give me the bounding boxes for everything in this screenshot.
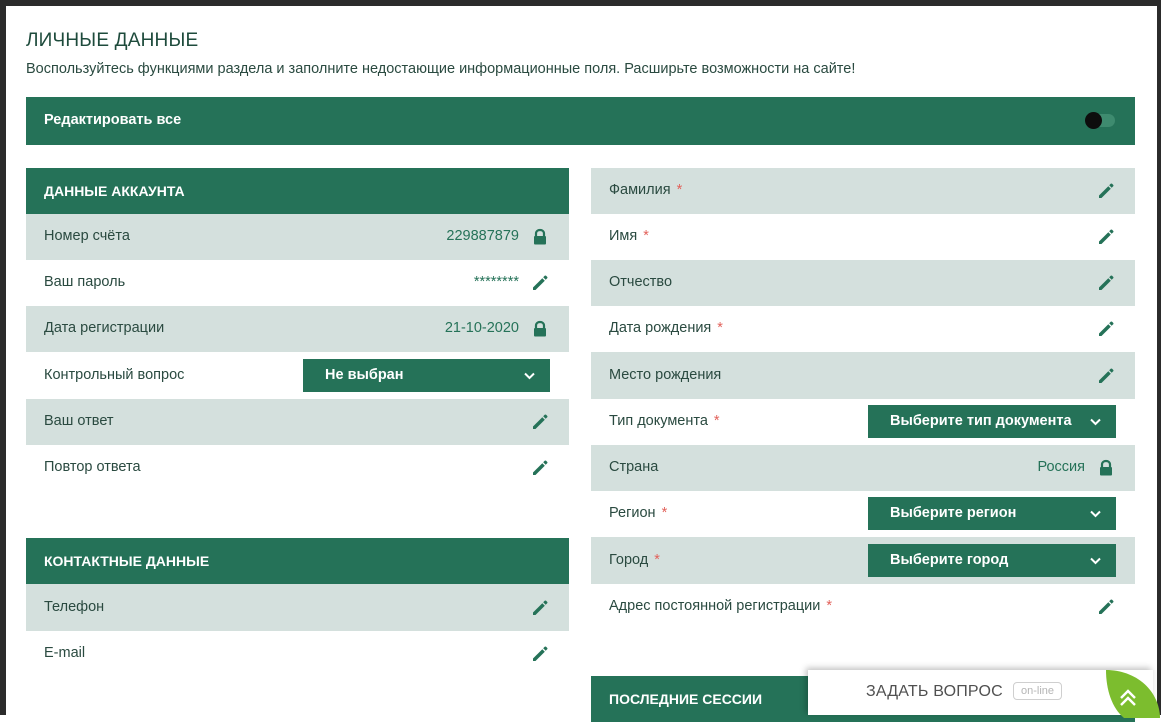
chevron-down-icon — [523, 369, 536, 382]
chevron-down-icon — [1089, 507, 1102, 520]
row-birth-date[interactable]: Дата рождения * — [591, 306, 1135, 352]
password-value: ******** — [473, 274, 519, 290]
region-select[interactable]: Выберите регион — [868, 497, 1116, 530]
doc-type-label: Тип документа * — [609, 413, 720, 429]
region-label: Регион * — [609, 505, 668, 521]
lock-icon — [531, 320, 549, 338]
lock-icon — [531, 228, 549, 246]
row-region: Регион * Выберите регион — [591, 491, 1135, 537]
answer-label: Ваш ответ — [44, 413, 114, 429]
registration-date-label: Дата регистрации — [44, 320, 165, 336]
row-address[interactable]: Адрес постоянной регистрации * — [591, 584, 1135, 630]
row-surname[interactable]: Фамилия * — [591, 168, 1135, 214]
row-email[interactable]: E-mail — [26, 631, 569, 677]
row-answer-repeat[interactable]: Повтор ответа — [26, 445, 569, 491]
edit-all-toggle[interactable] — [1085, 112, 1115, 129]
security-question-select[interactable]: Не выбран — [303, 359, 550, 392]
account-section-title: ДАННЫЕ АККАУНТА — [26, 168, 569, 214]
page-subtitle: Воспользуйтесь функциями раздела и запол… — [26, 61, 856, 77]
required-mark: * — [676, 182, 683, 198]
security-question-selected: Не выбран — [325, 367, 404, 383]
row-answer[interactable]: Ваш ответ — [26, 399, 569, 445]
online-status-badge: on-line — [1013, 682, 1063, 700]
pencil-icon[interactable] — [531, 645, 549, 663]
row-security-question: Контрольный вопрос Не выбран — [26, 352, 569, 399]
security-question-label: Контрольный вопрос — [44, 367, 185, 383]
doc-type-select[interactable]: Выберите тип документа — [868, 405, 1116, 438]
contacts-section-title: КОНТАКТНЫЕ ДАННЫЕ — [26, 538, 569, 584]
pencil-icon[interactable] — [1097, 320, 1115, 338]
required-mark: * — [713, 413, 720, 429]
row-city: Город * Выберите город — [591, 537, 1135, 584]
registration-date-value: 21-10-2020 — [444, 320, 519, 336]
window-frame-left — [0, 0, 6, 715]
ask-question-label: ЗАДАТЬ ВОПРОС — [866, 683, 1003, 700]
country-value: Россия — [1037, 459, 1085, 475]
city-label: Город * — [609, 552, 660, 568]
required-mark: * — [661, 505, 668, 521]
pencil-icon[interactable] — [1097, 598, 1115, 616]
scroll-up-button[interactable] — [1104, 668, 1160, 718]
required-mark: * — [826, 598, 833, 614]
edit-all-bar: Редактировать все — [26, 97, 1135, 145]
chevrons-up-icon — [1106, 670, 1160, 718]
pencil-icon[interactable] — [531, 599, 549, 617]
required-mark: * — [654, 552, 660, 568]
required-mark: * — [717, 320, 723, 336]
pencil-icon[interactable] — [1097, 367, 1115, 385]
page-title: ЛИЧНЫЕ ДАННЫЕ — [26, 30, 199, 51]
pencil-icon[interactable] — [531, 413, 549, 431]
pencil-icon[interactable] — [1097, 274, 1115, 292]
birth-date-label: Дата рождения * — [609, 320, 723, 336]
doc-type-selected: Выберите тип документа — [890, 413, 1072, 429]
window-frame-top — [0, 0, 1161, 6]
country-label: Страна — [609, 459, 659, 475]
window-frame-right — [1157, 0, 1161, 715]
row-account-number: Номер счёта 229887879 — [26, 214, 569, 260]
patronymic-label: Отчество — [609, 274, 673, 290]
ask-question-widget[interactable]: ЗАДАТЬ ВОПРОС on-line — [808, 670, 1153, 715]
account-section: ДАННЫЕ АККАУНТА Номер счёта 229887879 Ва… — [26, 168, 569, 491]
row-registration-date: Дата регистрации 21-10-2020 — [26, 306, 569, 352]
contacts-section: КОНТАКТНЫЕ ДАННЫЕ Телефон E-mail — [26, 538, 569, 677]
birth-place-label: Место рождения — [609, 367, 722, 383]
account-number-label: Номер счёта — [44, 228, 130, 244]
answer-repeat-label: Повтор ответа — [44, 459, 141, 475]
toggle-knob — [1085, 112, 1102, 129]
city-select[interactable]: Выберите город — [868, 544, 1116, 577]
row-password[interactable]: Ваш пароль ******** — [26, 260, 569, 306]
row-patronymic[interactable]: Отчество — [591, 260, 1135, 306]
account-number-value: 229887879 — [446, 228, 519, 244]
row-birth-place[interactable]: Место рождения — [591, 352, 1135, 399]
row-doc-type: Тип документа * Выберите тип документа — [591, 399, 1135, 445]
name-label: Имя * — [609, 228, 649, 244]
surname-label: Фамилия * — [609, 182, 683, 198]
pencil-icon[interactable] — [531, 459, 549, 477]
email-label: E-mail — [44, 645, 86, 661]
pencil-icon[interactable] — [1097, 228, 1115, 246]
address-label: Адрес постоянной регистрации * — [609, 598, 833, 614]
row-name[interactable]: Имя * — [591, 214, 1135, 260]
chevron-down-icon — [1089, 415, 1102, 428]
password-label: Ваш пароль — [44, 274, 126, 290]
chevron-down-icon — [1089, 554, 1102, 567]
region-selected: Выберите регион — [890, 505, 1017, 521]
city-selected: Выберите город — [890, 552, 1009, 568]
pencil-icon[interactable] — [531, 274, 549, 292]
pencil-icon[interactable] — [1097, 182, 1115, 200]
row-country: Страна Россия — [591, 445, 1135, 491]
lock-icon — [1097, 459, 1115, 477]
required-mark: * — [643, 228, 649, 244]
edit-all-label: Редактировать все — [44, 112, 182, 128]
phone-label: Телефон — [44, 599, 105, 615]
row-phone[interactable]: Телефон — [26, 584, 569, 631]
personal-section: Фамилия * Имя * Отчество Дата рождения * Ме… — [591, 168, 1135, 630]
